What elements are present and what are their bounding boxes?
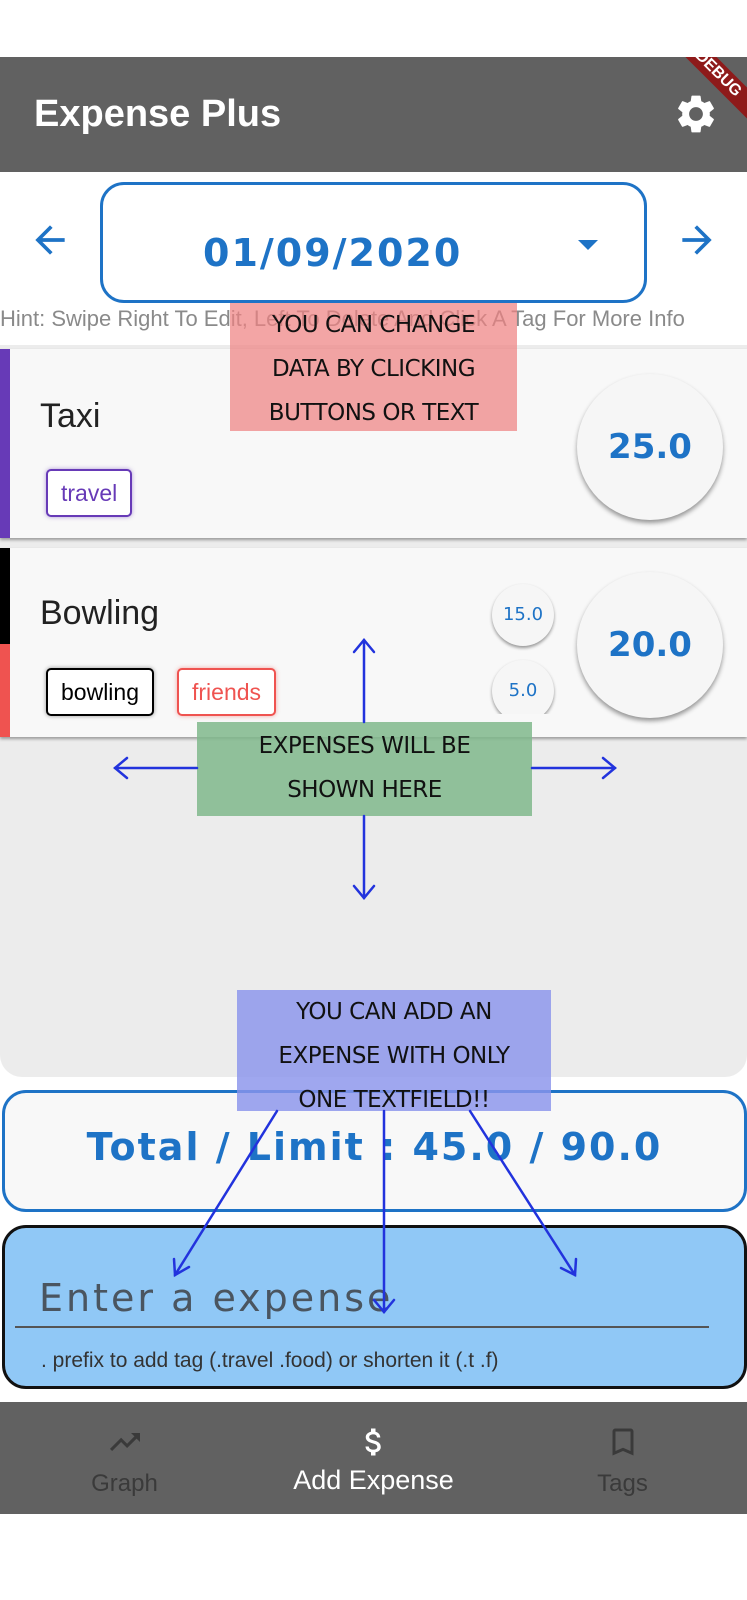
trending-up-icon xyxy=(109,1433,140,1451)
expense-total-button[interactable]: 25.0 xyxy=(577,374,723,520)
nav-label: Add Expense xyxy=(293,1465,454,1495)
expense-input-box[interactable]: . prefix to add tag (.travel .food) or s… xyxy=(2,1225,747,1389)
dropdown-caret-icon[interactable] xyxy=(578,240,598,250)
dollar-icon xyxy=(364,1428,381,1456)
note-expenses-shown: EXPENSES WILL BE SHOWN HERE xyxy=(197,722,532,816)
expense-name[interactable]: Bowling xyxy=(40,594,159,633)
date-picker[interactable]: 01/09/2020 xyxy=(100,182,647,303)
app-title: Expense Plus xyxy=(34,93,282,135)
tag-travel[interactable]: travel xyxy=(46,469,133,517)
sub-amount-clip: 5.0 xyxy=(486,656,562,714)
note-line: ONE TEXTFIELD!! xyxy=(298,1087,490,1113)
note-line: YOU CAN ADD AN xyxy=(296,999,492,1025)
category-stripe xyxy=(0,644,10,737)
bookmark-icon xyxy=(612,1428,633,1456)
nav-graph[interactable]: Graph xyxy=(0,1402,249,1514)
nav-label: Graph xyxy=(91,1470,158,1497)
note-line: YOU CAN CHANGE xyxy=(272,312,476,338)
tag-friends[interactable]: friends xyxy=(177,668,277,716)
arrow-left-icon[interactable] xyxy=(28,218,72,262)
note-change-data: YOU CAN CHANGE DATA BY CLICKING BUTTONS … xyxy=(230,303,517,431)
expense-name[interactable]: Taxi xyxy=(40,397,100,436)
bottom-navigation: Graph Add Expense Tags xyxy=(0,1402,747,1514)
nav-label: Tags xyxy=(597,1470,648,1497)
note-line: DATA BY CLICKING xyxy=(271,356,476,382)
nav-tags[interactable]: Tags xyxy=(498,1402,747,1514)
settings-gear-icon[interactable] xyxy=(673,91,719,137)
expense-card-bowling[interactable]: Bowling bowling friends 15.0 5.0 20.0 xyxy=(0,548,747,737)
nav-add-expense[interactable]: Add Expense xyxy=(249,1402,498,1514)
expense-total-button[interactable]: 20.0 xyxy=(577,572,723,718)
sub-amount-button[interactable]: 15.0 xyxy=(492,584,554,646)
tag-bowling[interactable]: bowling xyxy=(46,668,154,716)
note-add-expense: YOU CAN ADD AN EXPENSE WITH ONLY ONE TEX… xyxy=(237,990,551,1113)
note-line: SHOWN HERE xyxy=(287,777,442,803)
arrow-right-icon[interactable] xyxy=(675,218,719,262)
note-line: EXPENSE WITH ONLY xyxy=(278,1043,510,1069)
category-stripe xyxy=(0,349,10,538)
note-line: BUTTONS OR TEXT xyxy=(268,400,479,426)
total-limit-text[interactable]: Total / Limit : 45.0 / 90.0 xyxy=(5,1125,744,1169)
expense-input[interactable] xyxy=(15,1270,709,1328)
category-stripe xyxy=(0,548,10,644)
sub-amount-button[interactable]: 5.0 xyxy=(492,660,554,714)
note-line: EXPENSES WILL BE xyxy=(258,733,471,759)
input-helper-text: . prefix to add tag (.travel .food) or s… xyxy=(41,1349,499,1372)
app-bar: Expense Plus DEBUG xyxy=(0,57,747,172)
selected-date[interactable]: 01/09/2020 xyxy=(203,231,462,275)
